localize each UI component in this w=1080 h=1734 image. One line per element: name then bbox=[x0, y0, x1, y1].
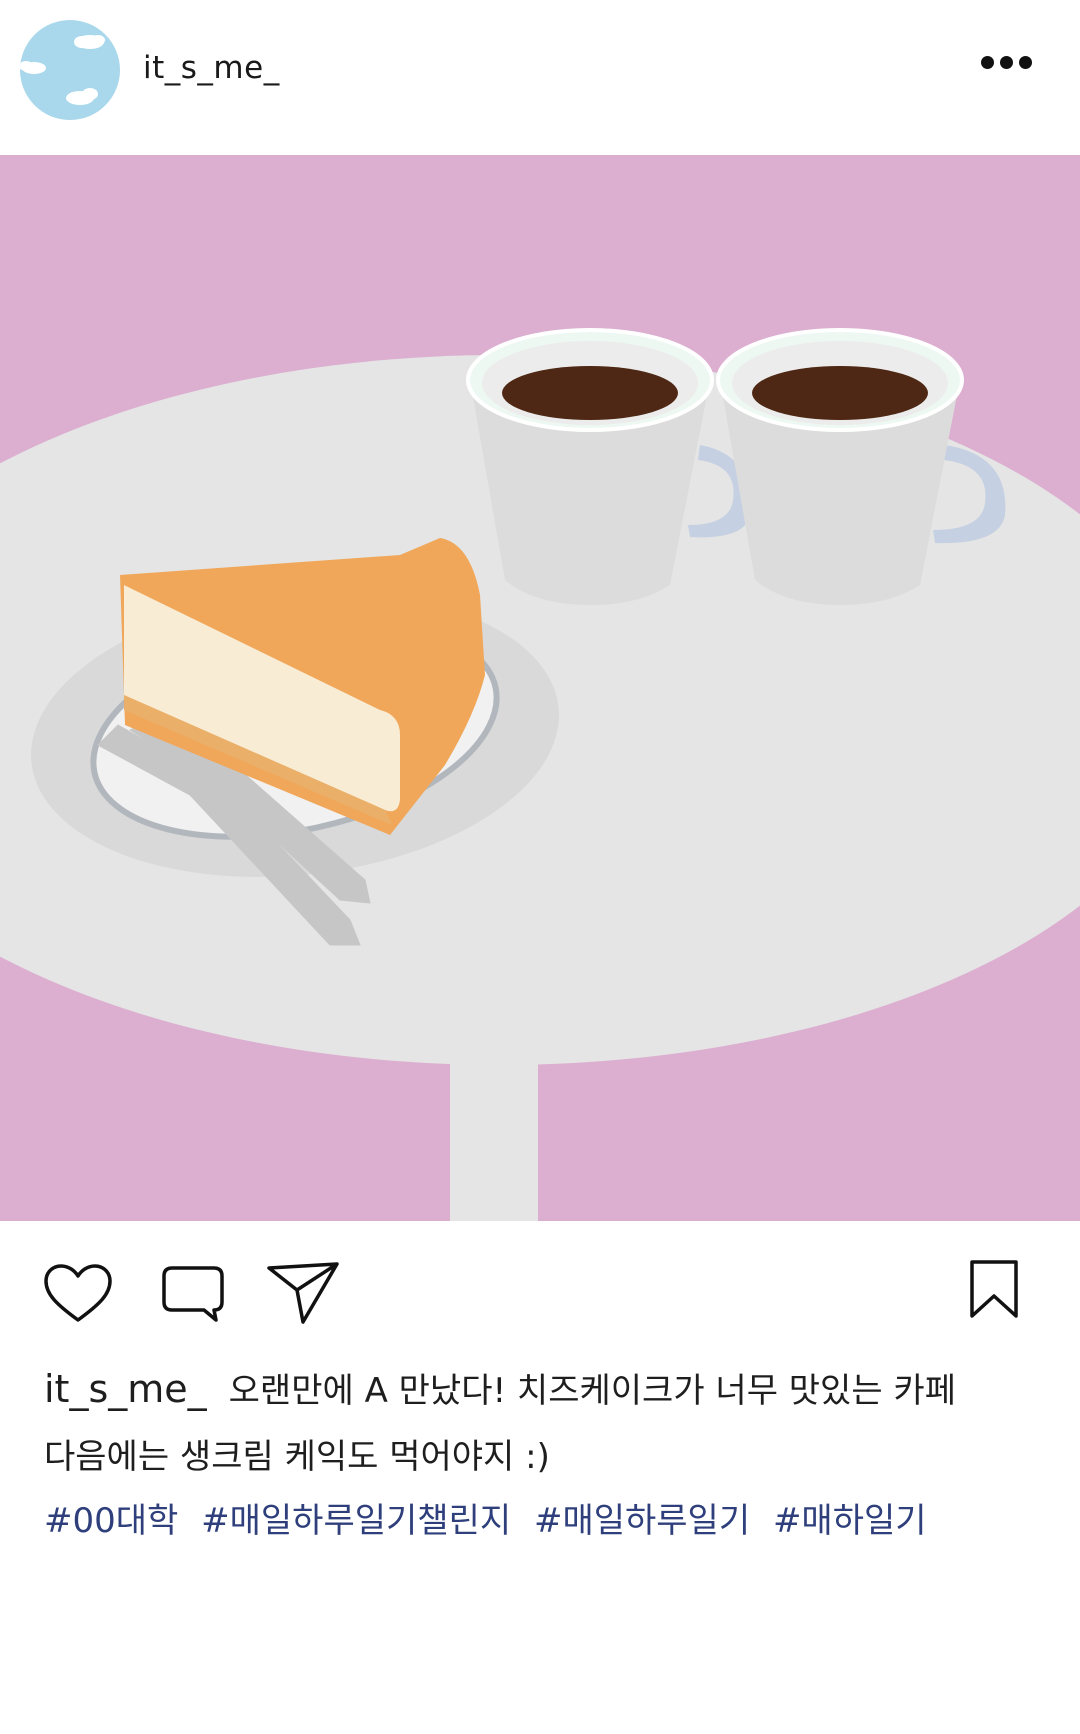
hashtag[interactable]: #매하일기 bbox=[773, 1501, 927, 1541]
caption-line: it_s_me_ 오랜만에 A 만났다! 치즈케이크가 너무 맛있는 카페 bbox=[44, 1356, 1054, 1424]
post-image[interactable] bbox=[0, 155, 1080, 1221]
dot bbox=[1019, 56, 1032, 69]
comment-icon[interactable] bbox=[160, 1264, 226, 1324]
hashtag[interactable]: #매일하루일기 bbox=[534, 1501, 750, 1541]
post-header: it_s_me_ bbox=[0, 0, 1080, 155]
hashtags: #00대학 #매일하루일기챌린지 #매일하루일기 #매하일기 bbox=[44, 1488, 939, 1554]
caption-line: 다음에는 생크림 케익도 먹어야지 :) bbox=[44, 1437, 550, 1477]
paper-plane-icon[interactable] bbox=[265, 1260, 341, 1326]
dot bbox=[1000, 56, 1013, 69]
post-actions bbox=[0, 1250, 1080, 1330]
bookmark-icon[interactable] bbox=[968, 1258, 1020, 1320]
hashtag[interactable]: #매일하루일기챌린지 bbox=[201, 1501, 511, 1541]
post-username[interactable]: it_s_me_ bbox=[143, 50, 280, 86]
caption-username[interactable]: it_s_me_ bbox=[44, 1367, 207, 1411]
avatar[interactable] bbox=[20, 20, 120, 120]
cafe-illustration bbox=[0, 155, 1080, 1221]
post-caption: it_s_me_ 오랜만에 A 만났다! 치즈케이크가 너무 맛있는 카페 다음에… bbox=[44, 1356, 1054, 1490]
hashtag[interactable]: #00대학 bbox=[44, 1501, 178, 1541]
sky-cloud-avatar-icon bbox=[20, 20, 120, 120]
more-options-icon[interactable] bbox=[981, 56, 1032, 69]
heart-icon[interactable] bbox=[42, 1262, 114, 1326]
caption-text: 오랜만에 A 만났다! 치즈케이크가 너무 맛있는 카페 bbox=[228, 1371, 956, 1411]
dot bbox=[981, 56, 994, 69]
